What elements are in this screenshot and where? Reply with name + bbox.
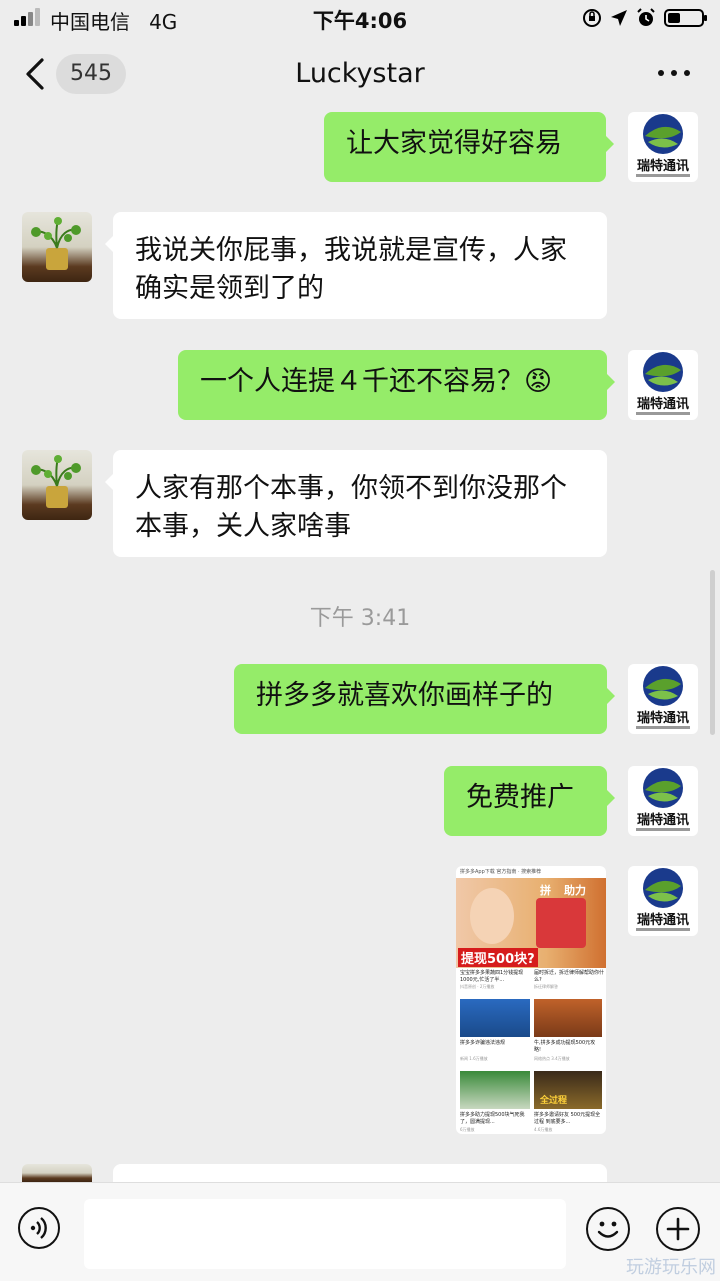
watermark: 玩游玩乐网 [626,1257,716,1278]
thumb-label: 全过程 [540,1096,568,1106]
voice-input-icon[interactable] [18,1207,60,1249]
card-title: 拼多多诈骗违法违规 [460,1040,506,1046]
message-bubble-sent[interactable]: 一个人连提４千还不容易？😡 [178,350,615,420]
message-bubble-received[interactable] [113,1164,607,1182]
battery-icon [664,9,707,27]
card-meta: 新闻 1.6万播放 [460,1056,488,1061]
card-title: 拼多多助力提现500块气死我了，圆满提现... [460,1112,525,1125]
thumbnail [460,1071,530,1109]
message-bubble-sent[interactable]: 拼多多就喜欢你画样子的 [234,664,615,734]
my-avatar[interactable]: 瑞特通讯 [628,350,698,420]
plant-icon [31,217,81,270]
plus-icon[interactable] [656,1207,700,1251]
card-meta: 抖音原创 · 2万播放 [460,984,495,989]
chat-header: 545 Luckystar [0,36,720,112]
image-topbar: 拼多多App下载 官方指南 · 搜索推荐 [460,869,542,875]
message-text: 一个人连提４千还不容易？ [200,366,524,397]
company-logo-icon: 瑞特通讯 [636,666,690,729]
message-text: 我说关你屁事，我说就是宣传，人家确实是领到了的 [135,235,567,304]
alarm-icon [637,8,655,26]
svg-text:瑞特通讯: 瑞特通讯 [637,396,689,412]
company-logo-icon: 瑞特通讯 [636,768,690,831]
angry-emoji-icon: 😡 [524,366,553,397]
thumbnail [460,999,530,1037]
message-text: 人家有那个本事，你领不到你没那个本事，关人家啥事 [135,473,567,542]
location-icon [611,10,627,26]
company-logo-icon: 瑞特通讯 [636,868,690,931]
banner-tag: 助力 [564,884,586,897]
scrollbar[interactable] [710,570,715,735]
more-options-icon[interactable] [658,70,690,76]
message-text: 拼多多就喜欢你画样子的 [256,680,553,711]
card-title: 拼多多邀请好友 500元提现全过程 到底要多... [534,1112,601,1125]
company-logo-icon: 瑞特通讯 [636,114,690,177]
message-bubble-received[interactable]: 人家有那个本事，你领不到你没那个本事，关人家啥事 [105,450,607,557]
my-avatar[interactable]: 瑞特通讯 [628,112,698,182]
company-logo-icon: 瑞特通讯 [636,352,690,415]
message-timestamp: 下午 3:41 [309,606,411,631]
thumbnail [534,999,602,1037]
message-bubble-sent[interactable]: 免费推广 [444,766,615,836]
status-bar: 中国电信 4G 下午4:06 [0,0,720,36]
message-bubble-sent[interactable]: 让大家觉得好容易 [324,112,614,182]
card-meta: 4.6万播放 [534,1127,553,1132]
card-title: 牛,拼多多成功提现500元攻略! [534,1040,596,1053]
contact-avatar[interactable] [22,212,92,282]
svg-text:瑞特通讯: 瑞特通讯 [637,912,689,928]
svg-text:瑞特通讯: 瑞特通讯 [637,158,689,174]
my-avatar[interactable]: 瑞特通讯 [628,664,698,734]
message-input[interactable] [84,1199,566,1269]
svg-text:瑞特通讯: 瑞特通讯 [637,812,689,828]
card-meta: 网络热点 3.4万播放 [534,1056,570,1061]
emoji-icon[interactable] [586,1207,630,1251]
message-bubble-received[interactable]: 我说关你屁事，我说就是宣传，人家确实是领到了的 [105,212,607,319]
orientation-lock-icon [583,9,601,27]
banner-caption: 提现500块? [458,948,538,967]
message-text: 免费推广 [466,782,574,813]
image-banner: 拼 助力 提现500块? [456,878,606,968]
my-avatar[interactable]: 瑞特通讯 [628,766,698,836]
card-meta: 拆迁律师解答 [534,984,558,989]
shared-screenshot-image[interactable]: 拼多多App下载 官方指南 · 搜索推荐 拼 助力 提现500块? 宝宝拼多多果… [456,866,606,1134]
contact-avatar[interactable] [22,1164,92,1182]
thumbnail: 全过程 [534,1071,602,1109]
message-text: 让大家觉得好容易 [346,128,562,159]
banner-tag: 拼 [540,884,551,897]
input-bar: 玩游玩乐网 [0,1182,720,1281]
svg-text:瑞特通讯: 瑞特通讯 [637,710,689,726]
card-title: 届时拆迁，拆迁律师解帮助你什么? [534,970,605,983]
card-meta: 6万播放 [460,1127,475,1132]
card-title: 宝宝拼多多果蔬四1分钱提现1000元,忙活了半... [460,970,524,983]
my-avatar[interactable]: 瑞特通讯 [628,866,698,936]
plant-icon [31,455,81,508]
chat-title: Luckystar [295,58,425,89]
contact-avatar[interactable] [22,450,92,520]
